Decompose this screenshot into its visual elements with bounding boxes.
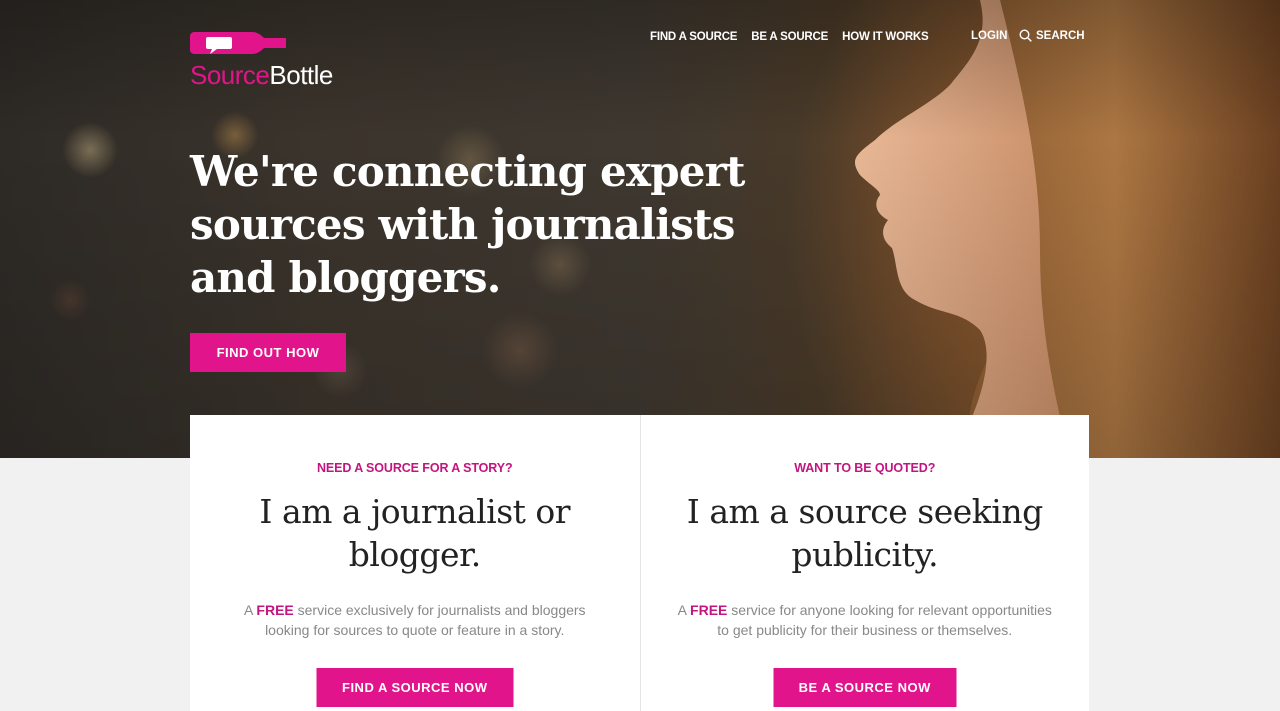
- headline-line: sources with journalists: [190, 200, 735, 249]
- card-title: I am a journalist or blogger.: [190, 490, 640, 576]
- audience-cards: NEED A SOURCE FOR A STORY? I am a journa…: [190, 415, 1089, 711]
- nav-how-it-works[interactable]: HOW IT WORKS: [842, 31, 929, 43]
- journalist-card: NEED A SOURCE FOR A STORY? I am a journa…: [190, 415, 640, 711]
- logo-wordmark: SourceBottle: [190, 60, 333, 90]
- be-a-source-now-button[interactable]: BE A SOURCE NOW: [773, 668, 957, 707]
- card-eyebrow: WANT TO BE QUOTED?: [794, 461, 936, 475]
- headline-line: We're connecting expert: [190, 147, 745, 196]
- find-a-source-now-button[interactable]: FIND A SOURCE NOW: [316, 668, 514, 707]
- headline-line: and bloggers.: [190, 253, 501, 302]
- card-description: A FREE service exclusively for journalis…: [220, 600, 610, 640]
- desc-line: service exclusively for journalists and …: [297, 602, 586, 618]
- search-icon: [1019, 29, 1032, 42]
- nav-find-a-source[interactable]: FIND A SOURCE: [650, 31, 737, 43]
- card-description: A FREE service for anyone looking for re…: [671, 600, 1060, 640]
- bottle-icon: [190, 32, 286, 54]
- free-highlight: FREE: [256, 602, 294, 618]
- nav-be-a-source[interactable]: BE A SOURCE: [751, 31, 828, 43]
- find-out-how-button[interactable]: FIND OUT HOW: [190, 333, 346, 372]
- search-label: SEARCH: [1036, 29, 1085, 42]
- search-link[interactable]: SEARCH: [1019, 29, 1085, 42]
- free-highlight: FREE: [690, 602, 728, 618]
- login-link[interactable]: LOGIN: [971, 30, 1007, 42]
- card-title-line: blogger.: [348, 535, 481, 574]
- source-card: WANT TO BE QUOTED? I am a source seeking…: [639, 415, 1090, 711]
- desc-line: looking for sources to quote or feature …: [265, 622, 565, 638]
- desc-line: to get publicity for their business or t…: [717, 622, 1013, 638]
- hero-headline: We're connecting expert sources with jou…: [190, 145, 750, 304]
- sourcebottle-logo[interactable]: SourceBottle: [190, 30, 370, 90]
- desc-prefix: A: [243, 602, 253, 618]
- card-title-line: I am a source seeking: [686, 492, 1043, 531]
- main-nav: FIND A SOURCE BE A SOURCE HOW IT WORKS: [650, 30, 943, 44]
- desc-prefix: A: [677, 602, 687, 618]
- card-title: I am a source seeking publicity.: [641, 490, 1090, 576]
- desc-line: service for anyone looking for relevant …: [731, 602, 1052, 618]
- card-title-line: I am a journalist or: [259, 492, 571, 531]
- card-title-line: publicity.: [791, 535, 939, 574]
- card-eyebrow: NEED A SOURCE FOR A STORY?: [316, 461, 513, 475]
